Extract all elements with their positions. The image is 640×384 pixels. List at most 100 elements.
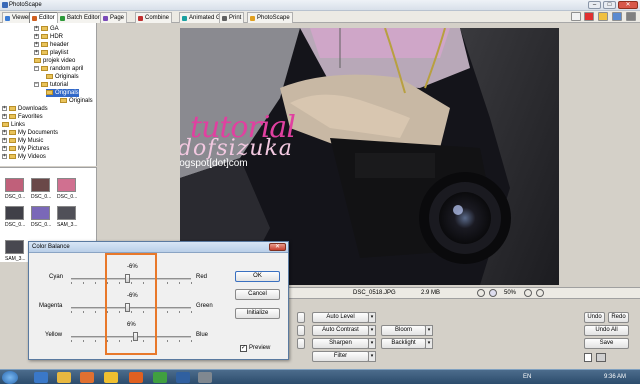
tree-expander[interactable]: + — [2, 105, 7, 111]
tree-expander[interactable]: + — [34, 25, 39, 31]
initialize-button[interactable]: Initialize — [235, 308, 280, 319]
toolbar-icon-2[interactable] — [584, 12, 594, 21]
slider-left-label: Cyan — [49, 274, 64, 280]
zoom-fit-icon[interactable] — [477, 289, 485, 297]
help-icon[interactable] — [626, 12, 636, 21]
tree-expander[interactable]: + — [34, 49, 39, 55]
tab-print[interactable]: Print — [219, 12, 245, 23]
tree-expander[interactable]: + — [2, 129, 7, 135]
maximize-button[interactable]: □ — [603, 1, 616, 9]
taskbar-ie-icon[interactable] — [34, 372, 48, 383]
auto-contrast-dropdown[interactable]: ▾ — [368, 325, 376, 336]
thumbnail-image[interactable] — [57, 178, 76, 192]
tree-item-label: Originals — [55, 90, 79, 96]
dialog-title-bar[interactable]: Color Balance ✕ — [29, 242, 288, 253]
thumbnail-image[interactable] — [31, 206, 50, 220]
sharpen-button[interactable]: Sharpen — [312, 338, 369, 349]
tree-item[interactable]: − random april — [34, 65, 83, 73]
taskbar-firefox-icon[interactable] — [129, 372, 143, 383]
dialog-close-button[interactable]: ✕ — [269, 243, 286, 251]
start-button[interactable] — [2, 371, 18, 384]
taskbar-photoscape-icon[interactable] — [198, 372, 212, 383]
tab-photoscape[interactable]: PhotoScape — [247, 12, 293, 23]
tree-expander[interactable]: − — [34, 65, 39, 71]
tree-item[interactable]: + HDR — [34, 33, 63, 41]
zoom-out-icon[interactable] — [536, 289, 544, 297]
toolbar-icon-3[interactable] — [598, 12, 608, 21]
tree-item[interactable]: + My Videos — [2, 153, 46, 161]
backlight-dropdown[interactable]: ▾ — [425, 338, 433, 349]
tab-combine[interactable]: Combine — [135, 12, 173, 23]
tab-icon — [5, 16, 10, 21]
tree-item[interactable]: + My Documents — [2, 129, 58, 137]
redo-button[interactable]: Redo — [608, 312, 629, 323]
clock[interactable]: 9:36 AM — [604, 374, 626, 380]
bloom-button[interactable]: Bloom — [381, 325, 426, 336]
tree-expander[interactable]: + — [34, 33, 39, 39]
tree-item[interactable]: Links — [2, 121, 25, 129]
thumbnail-image[interactable] — [57, 206, 76, 220]
undo-button[interactable]: Undo — [584, 312, 605, 323]
taskbar: EN 9:36 AM — [0, 369, 640, 384]
thumbnail-label: SAM_3... — [5, 256, 26, 262]
tree-item[interactable]: projek video — [34, 57, 75, 65]
filter-dropdown[interactable]: ▾ — [368, 351, 376, 362]
auto-contrast-button[interactable]: Auto Contrast — [312, 325, 369, 336]
tree-expander[interactable]: + — [2, 113, 7, 119]
tab-page[interactable]: Page — [100, 12, 128, 23]
folder-tree[interactable]: + GA + HDR + header + playlist projek video − rand… — [0, 23, 97, 166]
backlight-button[interactable]: Backlight — [381, 338, 426, 349]
tree-item[interactable]: − tutorial — [34, 81, 68, 89]
cancel-button[interactable]: Cancel — [235, 289, 280, 300]
save-button[interactable]: Save — [584, 338, 629, 349]
tree-item[interactable]: + Favorites — [2, 113, 43, 121]
thumbnail-image[interactable] — [5, 240, 24, 254]
toolbar-icon-4[interactable] — [612, 12, 622, 21]
tree-expander[interactable]: + — [2, 153, 7, 159]
copy-icon[interactable] — [584, 353, 592, 362]
zoom-in-icon[interactable] — [524, 289, 532, 297]
language-indicator[interactable]: EN — [523, 374, 531, 380]
toolbar-icon-1[interactable] — [571, 12, 581, 21]
tool-dropdown-left-2[interactable] — [297, 325, 305, 336]
tree-item[interactable]: + header — [34, 41, 69, 49]
tree-item[interactable]: Originals — [46, 89, 79, 97]
auto-level-dropdown[interactable]: ▾ — [368, 312, 376, 323]
tree-item[interactable]: + GA — [34, 25, 59, 33]
bloom-dropdown[interactable]: ▾ — [425, 325, 433, 336]
taskbar-media-icon[interactable] — [80, 372, 94, 383]
tree-expander[interactable]: + — [2, 137, 7, 143]
tree-item[interactable]: + Downloads — [2, 105, 48, 113]
tree-item[interactable]: Originals — [60, 97, 93, 105]
thumbnail-image[interactable] — [5, 206, 24, 220]
tree-expander[interactable]: − — [34, 81, 39, 87]
tool-dropdown-left-1[interactable] — [297, 312, 305, 323]
taskbar-messenger-icon[interactable] — [104, 372, 118, 383]
filter-button[interactable]: Filter — [312, 351, 369, 362]
auto-level-button[interactable]: Auto Level — [312, 312, 369, 323]
thumbnail-image[interactable] — [5, 178, 24, 192]
tab-editor[interactable]: Editor — [29, 12, 58, 23]
tree-item[interactable]: + playlist — [34, 49, 68, 57]
zoom-actual-icon[interactable] — [489, 289, 497, 297]
sharpen-dropdown[interactable]: ▾ — [368, 338, 376, 349]
tool-dropdown-left-3[interactable] — [297, 338, 305, 349]
taskbar-app-icon-2[interactable] — [176, 372, 190, 383]
close-button[interactable]: ✕ — [618, 1, 638, 9]
ok-button[interactable]: OK — [235, 271, 280, 282]
tree-item[interactable]: + My Pictures — [2, 145, 49, 153]
taskbar-app-icon[interactable] — [153, 372, 167, 383]
print-icon[interactable] — [596, 353, 606, 362]
preview-checkbox[interactable]: ✓ — [240, 345, 247, 352]
taskbar-folder-icon[interactable] — [57, 372, 71, 383]
minimize-button[interactable]: – — [588, 1, 601, 9]
undo-all-button[interactable]: Undo All — [584, 325, 629, 336]
tree-expander[interactable]: + — [34, 41, 39, 47]
tree-item[interactable]: Originals — [46, 73, 79, 81]
tree-expander[interactable]: + — [2, 145, 7, 151]
tab-batch-editor[interactable]: Batch Editor — [57, 12, 103, 23]
tree-item[interactable]: + My Music — [2, 137, 43, 145]
thumbnail-image[interactable] — [31, 178, 50, 192]
slider-tick — [71, 311, 72, 313]
tree-item-label: projek video — [43, 58, 76, 64]
